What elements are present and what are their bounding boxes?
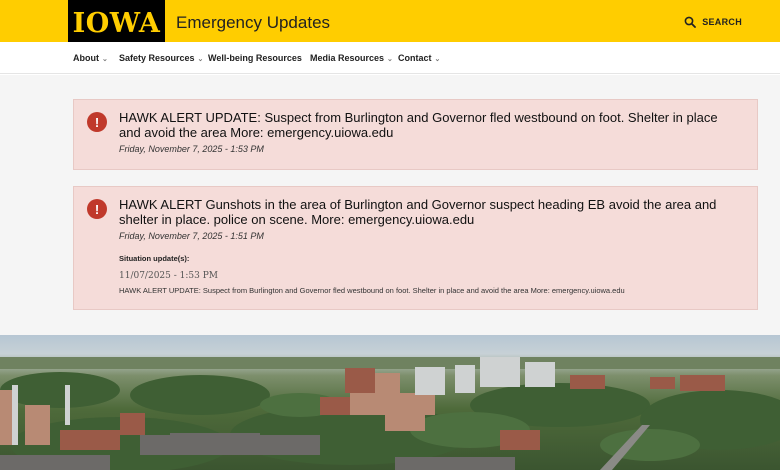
alerts-section: ! HAWK ALERT UPDATE: Suspect from Burlin… [0, 75, 780, 335]
situation-update-text: HAWK ALERT UPDATE: Suspect from Burlingt… [119, 286, 625, 295]
alert-title: HAWK ALERT Gunshots in the area of Burli… [119, 197, 717, 227]
alert-date: Friday, November 7, 2025 - 1:53 PM [119, 144, 264, 154]
site-title[interactable]: Emergency Updates [176, 13, 330, 33]
alert-card: ! HAWK ALERT Gunshots in the area of Bur… [73, 186, 758, 310]
nav-item-label: Contact [398, 53, 432, 63]
chevron-down-icon: ⌄ [434, 56, 441, 63]
nav-item-label: Well-being Resources [208, 53, 302, 63]
nav-item-about[interactable]: About ⌄ [73, 53, 108, 63]
nav-item-label: Media Resources [310, 53, 385, 63]
chevron-down-icon: ⌄ [197, 56, 204, 63]
alert-icon: ! [87, 199, 107, 219]
search-button[interactable]: SEARCH [684, 16, 742, 28]
main-navigation: About ⌄ Safety Resources ⌄ Well-being Re… [0, 42, 780, 74]
alert-icon: ! [87, 112, 107, 132]
alert-card: ! HAWK ALERT UPDATE: Suspect from Burlin… [73, 99, 758, 170]
campus-aerial-image [0, 335, 780, 470]
nav-item-media-resources[interactable]: Media Resources ⌄ [310, 53, 393, 63]
nav-item-well-being-resources[interactable]: Well-being Resources [208, 53, 302, 63]
logo-text: IOWA [72, 7, 161, 39]
header-bar: IOWA Emergency Updates SEARCH [0, 0, 780, 46]
chevron-down-icon: ⌄ [102, 56, 108, 63]
situation-update-label: Situation update(s): [119, 254, 190, 263]
situation-update-date: 11/07/2025 - 1:53 PM [119, 271, 218, 281]
nav-item-label: Safety Resources [119, 53, 195, 63]
nav-item-label: About [73, 53, 99, 63]
alert-date: Friday, November 7, 2025 - 1:51 PM [119, 231, 264, 241]
chevron-down-icon: ⌄ [387, 56, 393, 63]
campus-illustration [0, 357, 780, 470]
search-label: SEARCH [702, 17, 742, 27]
nav-item-contact[interactable]: Contact ⌄ [398, 53, 440, 63]
iowa-logo[interactable]: IOWA [68, 0, 165, 46]
nav-item-safety-resources[interactable]: Safety Resources ⌄ [119, 53, 203, 63]
search-icon [684, 16, 697, 28]
alert-title: HAWK ALERT UPDATE: Suspect from Burlingt… [119, 110, 718, 140]
